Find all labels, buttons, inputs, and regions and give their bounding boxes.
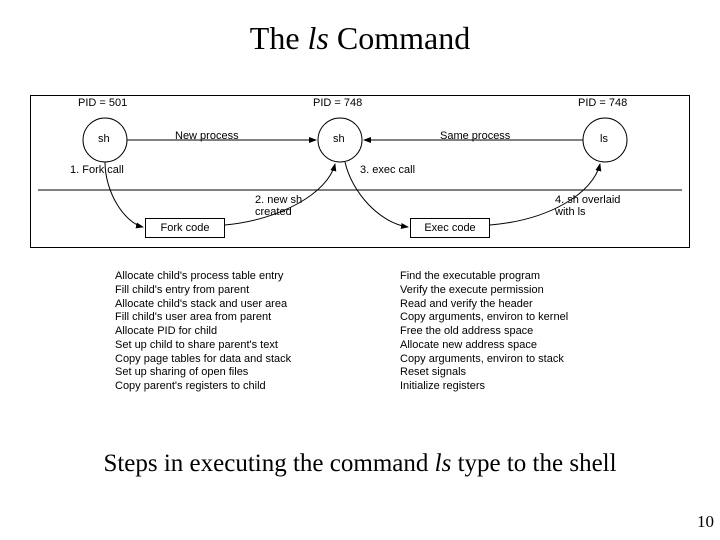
page-number: 10 <box>697 512 714 532</box>
title-italic: ls <box>308 20 329 56</box>
figure: PID = 501 PID = 748 PID = 748 sh sh ls N… <box>30 95 690 425</box>
fork-step: Fill child's user area from parent <box>115 311 291 325</box>
title-post: Command <box>329 20 470 56</box>
title-pre: The <box>250 20 308 56</box>
exec-step: Find the executable program <box>400 270 568 284</box>
fork-step: Copy page tables for data and stack <box>115 353 291 367</box>
fork-step: Set up child to share parent's text <box>115 339 291 353</box>
label-new-process: New process <box>175 131 239 143</box>
exec-step: Copy arguments, environ to kernel <box>400 311 568 325</box>
exec-code-box: Exec code <box>410 218 490 238</box>
fork-step: Allocate child's process table entry <box>115 270 291 284</box>
label-fork-call: 1. Fork call <box>70 165 124 177</box>
exec-step: Verify the execute permission <box>400 284 568 298</box>
exec-step: Allocate new address space <box>400 339 568 353</box>
pid-1: PID = 501 <box>78 98 127 110</box>
fork-step: Allocate PID for child <box>115 325 291 339</box>
page-title: The ls Command <box>0 20 720 57</box>
label-overlaid: 4. sh overlaid with ls <box>555 195 620 218</box>
exec-step: Initialize registers <box>400 380 568 394</box>
fork-step: Copy parent's registers to child <box>115 380 291 394</box>
fork-step: Set up sharing of open files <box>115 366 291 380</box>
exec-step: Reset signals <box>400 366 568 380</box>
label-new-sh-created: 2. new sh created <box>255 195 302 218</box>
exec-step: Read and verify the header <box>400 298 568 312</box>
fork-step: Fill child's entry from parent <box>115 284 291 298</box>
circle-sh-1: sh <box>98 134 110 146</box>
circle-sh-2: sh <box>333 134 345 146</box>
caption: Steps in executing the command ls type t… <box>0 450 720 478</box>
fork-code-box: Fork code <box>145 218 225 238</box>
pid-3: PID = 748 <box>578 98 627 110</box>
label-exec-call: 3. exec call <box>360 165 415 177</box>
exec-steps: Find the executable program Verify the e… <box>400 270 568 394</box>
caption-italic: ls <box>435 450 452 477</box>
caption-post: type to the shell <box>451 450 616 477</box>
pid-2: PID = 748 <box>313 98 362 110</box>
exec-step: Free the old address space <box>400 325 568 339</box>
fork-step: Allocate child's stack and user area <box>115 298 291 312</box>
circle-ls: ls <box>600 134 608 146</box>
fork-steps: Allocate child's process table entry Fil… <box>115 270 291 394</box>
label-same-process: Same process <box>440 131 510 143</box>
exec-step: Copy arguments, environ to stack <box>400 353 568 367</box>
caption-pre: Steps in executing the command <box>103 450 434 477</box>
